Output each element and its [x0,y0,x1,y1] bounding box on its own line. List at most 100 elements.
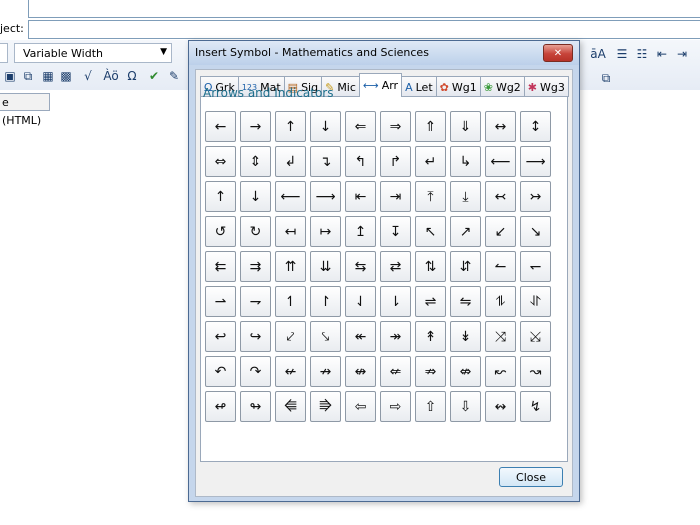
symbol-button[interactable]: ⇊ [310,251,341,282]
symbol-button[interactable]: ↢ [485,181,516,212]
symbol-button[interactable]: ↖ [415,216,446,247]
dialog-titlebar[interactable]: Insert Symbol - Mathematics and Sciences… [189,41,579,65]
symbol-button[interactable]: ↞ [345,321,376,352]
symbol-button[interactable]: ⟶ [310,181,341,212]
grid-icon[interactable]: ▩ [58,68,74,84]
symbol-button[interactable]: ↓ [310,111,341,142]
symbol-button[interactable]: ⇐ [345,111,376,142]
symbol-button[interactable]: ↿ [275,286,306,317]
symbol-button[interactable]: ⇌ [415,286,446,317]
symbol-button[interactable]: ↱ [380,146,411,177]
symbol-button[interactable]: ⇥ [380,181,411,212]
symbol-button[interactable]: ⇄ [380,251,411,282]
symbol-button[interactable]: ↠ [380,321,411,352]
symbol-button[interactable]: ⇂ [380,286,411,317]
omega-icon[interactable]: Ω [124,68,140,84]
symbol-button[interactable]: ↽ [520,251,551,282]
brush-icon[interactable]: ✎ [166,68,182,84]
window-icon[interactable]: ⧉ [598,70,614,86]
symbol-button[interactable]: ⤒ [415,181,446,212]
symbol-button[interactable]: ↻ [240,216,271,247]
symbol-button[interactable]: ↫ [205,391,236,422]
symbol-button[interactable]: → [240,111,271,142]
symbol-button[interactable]: ⇁ [240,286,271,317]
dialog-close-icon[interactable]: ✕ [543,44,573,62]
symbol-button[interactable]: ⇤ [345,181,376,212]
symbol-button[interactable]: ↳ [450,146,481,177]
symbol-button[interactable]: ⟵ [275,181,306,212]
symbol-button[interactable]: ↤ [275,216,306,247]
outdent-icon[interactable]: ⇤ [654,46,670,62]
symbol-button[interactable]: ⥮ [485,286,516,317]
font-select[interactable]: Variable Width ▼ [14,43,172,63]
symbol-button[interactable]: ⤦ [275,321,306,352]
symbol-button[interactable]: ↧ [380,216,411,247]
symbol-button[interactable]: ⇎ [450,356,481,387]
symbol-button[interactable]: ⇋ [450,286,481,317]
symbol-button[interactable]: ⇍ [380,356,411,387]
symbol-button[interactable]: ⤓ [450,181,481,212]
symbol-button[interactable]: ↟ [415,321,446,352]
symbol-button[interactable]: ⇒ [380,111,411,142]
symbol-button[interactable]: ↕ [520,111,551,142]
symbol-button[interactable]: ↓ [240,181,271,212]
tab-wg2[interactable]: ❀ Wg2 [479,76,525,97]
symbol-button[interactable]: ⇨ [380,391,411,422]
spellcheck-icon[interactable]: ✔ [146,68,162,84]
symbol-button[interactable]: ⇩ [450,391,481,422]
symbol-button[interactable]: ⇅ [415,251,446,282]
symbol-button[interactable]: ⇕ [240,146,271,177]
symbol-button[interactable]: ↺ [205,216,236,247]
font-size-icon[interactable]: āA [588,46,608,62]
symbol-button[interactable]: ⇆ [345,251,376,282]
symbol-button[interactable]: ↔ [485,111,516,142]
symbol-button[interactable]: ⇉ [240,251,271,282]
paste-icon[interactable]: ▣ [2,68,18,84]
symbol-button[interactable]: ⇦ [345,391,376,422]
symbol-button[interactable]: ⟵ [485,146,516,177]
symbol-button[interactable]: ↯ [520,391,551,422]
symbol-button[interactable]: ↙ [485,216,516,247]
symbol-button[interactable]: ↮ [345,356,376,387]
symbol-button[interactable]: ⇓ [450,111,481,142]
close-button[interactable]: Close [499,467,563,487]
table-icon[interactable]: ▦ [40,68,56,84]
bullet-list-icon[interactable]: ☰ [614,46,630,62]
symbol-button[interactable]: ⟶ [520,146,551,177]
symbol-button[interactable]: ⇵ [450,251,481,282]
symbol-button[interactable]: ⇧ [415,391,446,422]
symbol-button[interactable]: ↗ [450,216,481,247]
tab-wg3[interactable]: ✱ Wg3 [523,76,569,97]
symbol-button[interactable]: ↷ [240,356,271,387]
symbol-button[interactable]: ↑ [205,181,236,212]
tab-arr[interactable]: ⟷ Arr [358,73,403,97]
top-field[interactable] [28,0,700,18]
symbol-button[interactable]: ⇑ [415,111,446,142]
symbol-button[interactable]: ↴ [310,146,341,177]
symbol-button[interactable]: ⇏ [415,356,446,387]
symbol-button[interactable]: ⤨ [485,321,516,352]
subject-input[interactable] [28,20,700,39]
tab-let[interactable]: A Let [401,76,437,97]
indent-icon[interactable]: ⇥ [674,46,690,62]
symbol-button[interactable]: ↼ [485,251,516,282]
copy-icon[interactable]: ⧉ [20,68,36,84]
symbol-button[interactable]: ↛ [310,356,341,387]
symbol-button[interactable]: ↘ [520,216,551,247]
symbol-button[interactable]: ← [205,111,236,142]
symbol-button[interactable]: ↵ [415,146,446,177]
symbol-button[interactable]: ⭅ [275,391,306,422]
symbol-button[interactable]: ↥ [345,216,376,247]
symbol-button[interactable]: ↡ [450,321,481,352]
symbol-button[interactable]: ⭆ [310,391,341,422]
symbol-button[interactable]: ↝ [520,356,551,387]
symbol-button[interactable]: ↭ [485,391,516,422]
symbol-button[interactable]: ↲ [275,146,306,177]
symbol-button[interactable]: ↦ [310,216,341,247]
symbol-button[interactable]: ↰ [345,146,376,177]
symbol-button[interactable]: ↑ [275,111,306,142]
style-select-stub[interactable] [0,43,8,63]
tab-wg1[interactable]: ✿ Wg1 [435,76,481,97]
document-tab-html[interactable]: e (HTML) [0,93,50,127]
symbol-button[interactable]: ↜ [485,356,516,387]
